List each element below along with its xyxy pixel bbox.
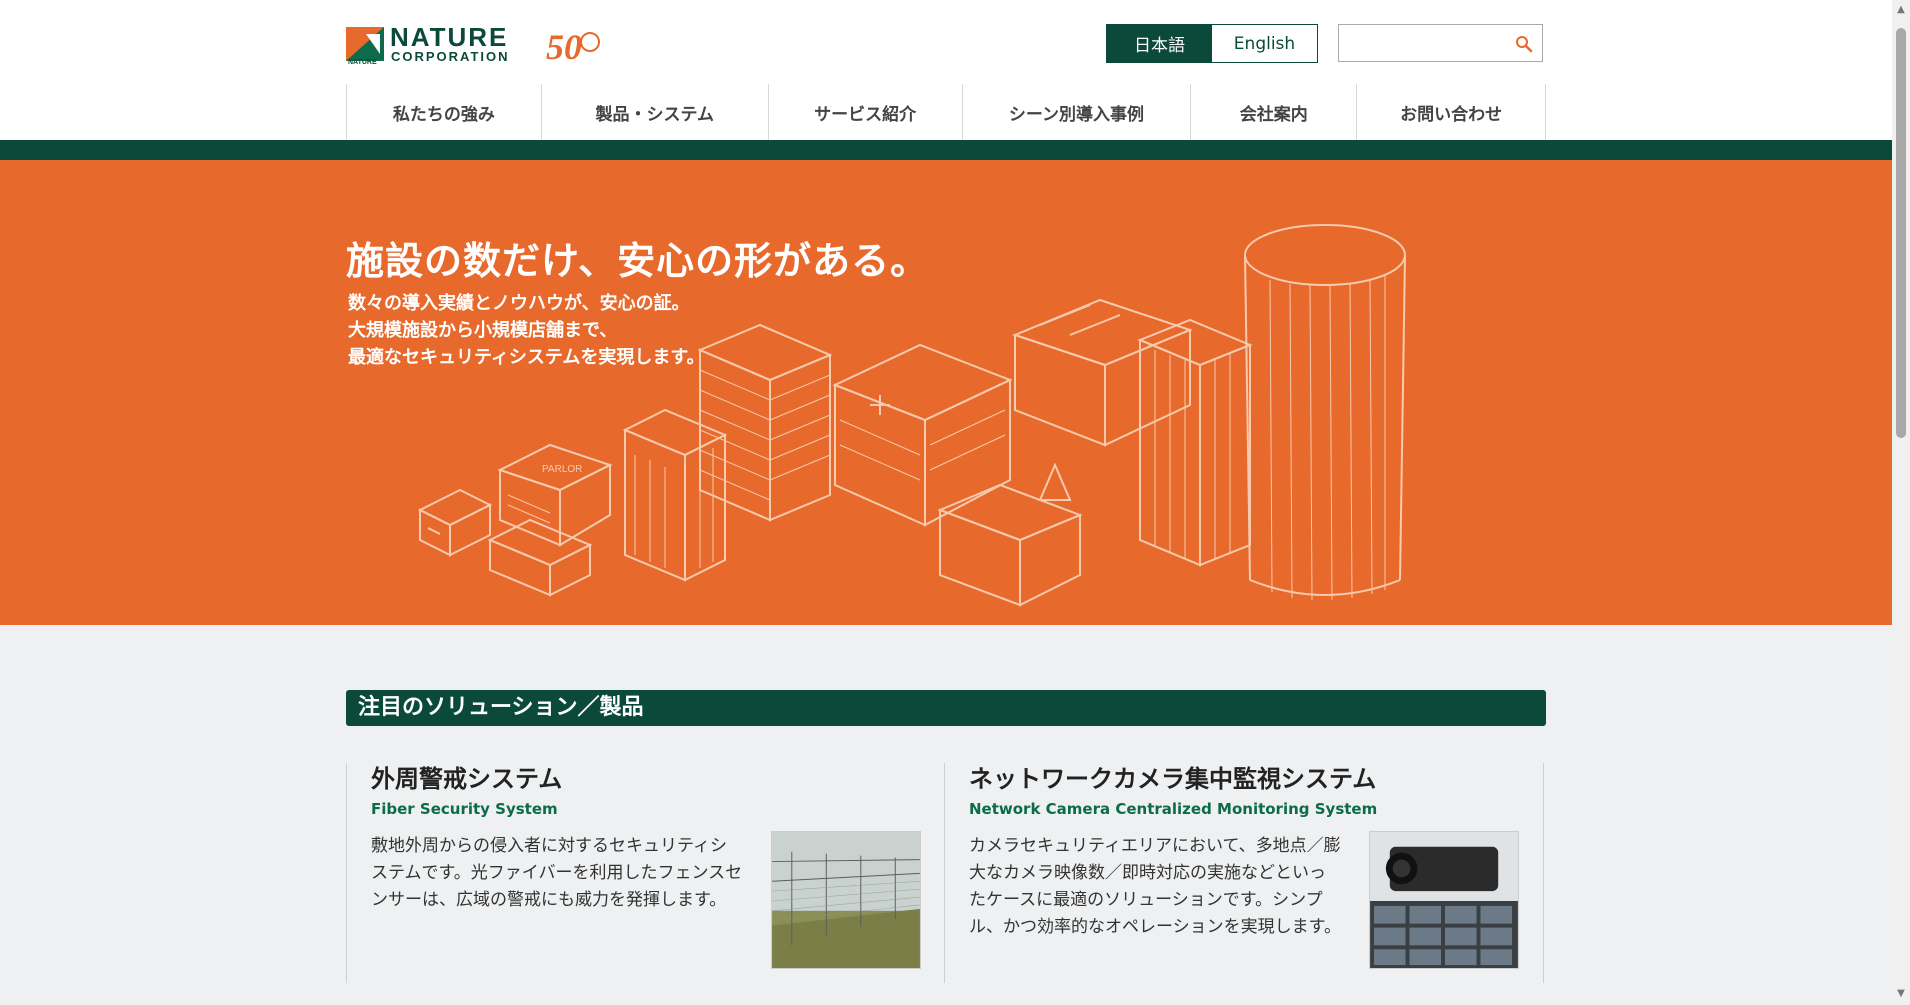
logo-line1: NATURE [390, 24, 508, 52]
site-header: NATURE NATURE CORPORATION 50 日本語 English… [0, 0, 1892, 140]
hospital-illustration [832, 343, 1013, 527]
house-illustration [417, 488, 493, 557]
nav-item-company[interactable]: 会社案内 [1191, 84, 1358, 140]
nav-item-products[interactable]: 製品・システム [542, 84, 769, 140]
nav-item-services[interactable]: サービス紹介 [769, 84, 963, 140]
card-subtitle-en: Network Camera Centralized Monitoring Sy… [969, 800, 1378, 818]
apartment-illustration [697, 323, 833, 522]
language-switcher: 日本語 English [1106, 24, 1318, 63]
nav-item-strengths[interactable]: 私たちの強み [347, 84, 542, 140]
card-title[interactable]: ネットワークカメラ集中監視システム [969, 759, 1543, 794]
parlor-sign: PARLOR [542, 464, 582, 475]
midrise-building-illustration [1137, 318, 1253, 567]
page-scrollbar[interactable]: ▲ ▼ [1892, 0, 1910, 1005]
search-input[interactable] [1339, 25, 1499, 61]
fence-photo[interactable] [771, 831, 921, 969]
nature-corporation-logo[interactable]: NATURE NATURE CORPORATION 50 [346, 24, 610, 66]
search-icon[interactable] [1514, 34, 1534, 54]
logo-small-text: NATURE [348, 59, 377, 66]
logo-line2: CORPORATION [391, 49, 510, 64]
store-illustration [487, 518, 593, 597]
solution-card-network-camera[interactable]: ネットワークカメラ集中監視システム Network Camera Central… [944, 763, 1544, 983]
card-subtitle-en: Fiber Security System [371, 800, 558, 818]
scrollbar-thumb[interactable] [1896, 28, 1906, 438]
featured-solutions-section: 注目のソリューション／製品 外周警戒システム Fiber Security Sy… [0, 625, 1892, 1005]
card-description: 敷地外周からの侵入者に対するセキュリティシステムです。光ファイバーを利用したフェ… [371, 836, 743, 910]
camera-photo[interactable] [1369, 831, 1519, 969]
factory-illustration [1012, 298, 1193, 447]
chevron-down-icon[interactable]: ▼ [1895, 988, 1907, 1000]
header-divider-bar [0, 140, 1892, 160]
card-title[interactable]: 外周警戒システム [371, 759, 944, 794]
search-box [1338, 24, 1543, 62]
tower-illustration [1244, 224, 1406, 601]
section-heading: 注目のソリューション／製品 [346, 690, 1546, 726]
hero-banner: 施設の数だけ、安心の形がある。 数々の導入実績とノウハウが、安心の証。 大規模施… [0, 160, 1892, 625]
school-illustration [937, 462, 1083, 607]
svg-text:50: 50 [546, 27, 582, 66]
nav-item-contact[interactable]: お問い合わせ [1357, 84, 1547, 140]
card-description: カメラセキュリティエリアにおいて、多地点／膨大なカメラ映像数／即時対応の実施など… [969, 836, 1341, 937]
main-navigation: 私たちの強み 製品・システム サービス紹介 シーン別導入事例 会社案内 お問い合… [346, 84, 1547, 140]
nav-item-case-studies[interactable]: シーン別導入事例 [963, 84, 1192, 140]
lang-english-button[interactable]: English [1212, 25, 1317, 62]
solution-card-fiber-security[interactable]: 外周警戒システム Fiber Security System 敷地外周からの侵入… [346, 763, 944, 983]
city-buildings-illustration: PARLOR [417, 224, 1406, 607]
lang-japanese-button[interactable]: 日本語 [1107, 25, 1212, 62]
fifty-anniversary-mark: 50 [546, 27, 600, 66]
chevron-up-icon[interactable]: ▲ [1895, 4, 1907, 16]
